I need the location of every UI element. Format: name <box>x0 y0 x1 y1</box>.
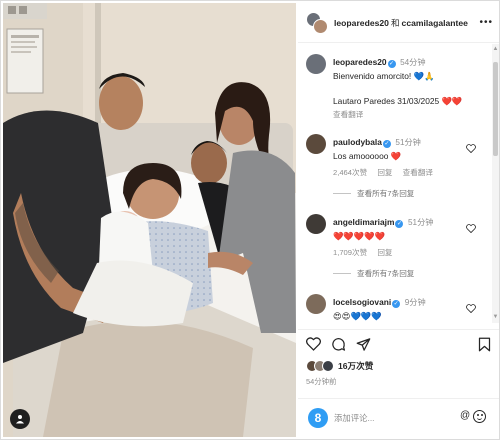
more-options-icon[interactable]: ••• <box>479 17 493 28</box>
comment-time[interactable]: 51分钟 <box>395 138 420 147</box>
comment-list[interactable]: leoparedes20 ✓ 54分钟 Bienvenido amorcito! … <box>298 44 492 323</box>
likes-summary[interactable]: 16万次赞 <box>306 358 373 374</box>
post-actions <box>298 329 499 357</box>
like-comment-heart-icon[interactable] <box>466 304 476 313</box>
bookmark-icon[interactable] <box>478 337 491 352</box>
post-header: leoparedes20 和 ccamilagalantee ••• <box>298 3 499 43</box>
comment-body: locelsogiovani ✓ 9分钟 😍😍💙💙💙 <box>333 296 483 322</box>
avatar[interactable] <box>306 134 326 154</box>
verified-badge-icon: ✓ <box>392 300 401 308</box>
comment-username[interactable]: locelsogiovani <box>333 297 391 307</box>
caption-line: Lautaro Paredes 31/03/2025 ❤️❤️ <box>333 96 463 106</box>
comment-time[interactable]: 54分钟 <box>400 58 425 67</box>
comment-input[interactable] <box>334 411 454 425</box>
translate-link: 查看翻译 <box>333 109 483 120</box>
verified-badge-icon: ✓ <box>382 140 391 148</box>
scroll-down-icon[interactable]: ▼ <box>492 314 499 321</box>
comment-meta: 1,709次赞 回复 <box>333 247 483 258</box>
comment-username[interactable]: leoparedes20 <box>333 57 387 67</box>
verified-badge-icon: ✓ <box>395 220 404 228</box>
comment-scrollbar[interactable]: ▲ ▼ <box>492 44 499 323</box>
avatar[interactable] <box>306 54 326 74</box>
view-replies-label[interactable]: 查看所有7条回复 <box>357 188 414 199</box>
post-authors: leoparedes20 和 ccamilagalantee <box>334 17 468 29</box>
emoji-icon[interactable] <box>473 410 486 423</box>
comment-likes[interactable]: 1,709次赞 <box>333 248 367 257</box>
comment-item: angeldimariajm ✓ 51分钟 ❤️❤️❤️❤️❤️ 1,709次赞 … <box>306 214 492 284</box>
comment-item: paulodybala ✓ 51分钟 Los amoooooo ❤️ 2,464次… <box>306 134 492 204</box>
author-link[interactable]: ccamilagalantee <box>402 18 468 28</box>
user-tag-icon[interactable] <box>10 409 30 429</box>
comment-item: locelsogiovani ✓ 9分钟 😍😍💙💙💙 <box>306 294 492 323</box>
comment-icon[interactable] <box>331 337 346 352</box>
heart-icon[interactable] <box>306 337 321 351</box>
scroll-up-icon[interactable]: ▲ <box>492 46 499 53</box>
likes-count[interactable]: 16万次赞 <box>338 360 373 372</box>
mention-icon[interactable]: @ <box>460 410 470 421</box>
reply-link[interactable]: 回复 <box>377 168 392 177</box>
like-comment-heart-icon[interactable] <box>466 144 476 153</box>
comment-text: ❤️❤️❤️❤️❤️ <box>333 231 386 241</box>
avatar <box>322 360 334 372</box>
comment-text: 😍😍💙💙💙 <box>333 311 382 321</box>
avatar[interactable] <box>306 294 326 314</box>
avatar[interactable] <box>306 214 326 234</box>
instagram-post-window: leoparedes20 和 ccamilagalantee ••• leopare… <box>0 0 500 440</box>
comment-meta: 2,464次赞 回复 查看翻译 <box>333 167 483 178</box>
caption: leoparedes20 ✓ 54分钟 Bienvenido amorcito! … <box>306 54 492 134</box>
comment-time[interactable]: 9分钟 <box>405 298 426 307</box>
send-icon[interactable] <box>356 337 371 352</box>
comment-text: Los amoooooo ❤️ <box>333 151 402 161</box>
hospital-family-photo <box>3 3 296 437</box>
view-replies-label[interactable]: 查看所有7条回复 <box>357 268 414 279</box>
comment-time[interactable]: 51分钟 <box>408 218 433 227</box>
avatar[interactable] <box>313 18 328 34</box>
post-photo[interactable] <box>3 3 296 437</box>
see-translation-link[interactable]: 查看翻译 <box>333 110 363 119</box>
comment-username[interactable]: paulodybala <box>333 137 382 147</box>
author-link[interactable]: leoparedes20 <box>334 18 389 28</box>
verified-badge-icon: ✓ <box>387 60 396 68</box>
collab-avatars[interactable] <box>306 11 328 34</box>
comment-likes[interactable]: 2,464次赞 <box>333 168 367 177</box>
caption-body: leoparedes20 ✓ 54分钟 Bienvenido amorcito! … <box>333 56 483 120</box>
add-comment-bar: 8 @ <box>298 398 499 435</box>
author-conjunction: 和 <box>390 17 400 28</box>
person-icon <box>16 415 24 424</box>
caption-line: Bienvenido amorcito! 💙🙏 <box>333 71 435 81</box>
app-logo-icon: 8 <box>308 408 328 428</box>
reply-link[interactable]: 回复 <box>377 248 392 257</box>
like-comment-heart-icon[interactable] <box>466 224 476 233</box>
replies-divider <box>333 273 351 274</box>
see-translation-link[interactable]: 查看翻译 <box>403 168 433 177</box>
comment-body: angeldimariajm ✓ 51分钟 ❤️❤️❤️❤️❤️ 1,709次赞 … <box>333 216 483 279</box>
view-replies[interactable]: 查看所有7条回复 <box>333 268 483 279</box>
post-timestamp[interactable]: 54分钟前 <box>306 376 336 387</box>
comment-body: paulodybala ✓ 51分钟 Los amoooooo ❤️ 2,464次… <box>333 136 483 199</box>
comment-username[interactable]: angeldimariajm <box>333 217 394 227</box>
post-side-panel: leoparedes20 和 ccamilagalantee ••• leopare… <box>298 3 499 437</box>
replies-divider <box>333 193 351 194</box>
scrollbar-thumb[interactable] <box>493 62 498 156</box>
view-replies[interactable]: 查看所有7条回复 <box>333 188 483 199</box>
